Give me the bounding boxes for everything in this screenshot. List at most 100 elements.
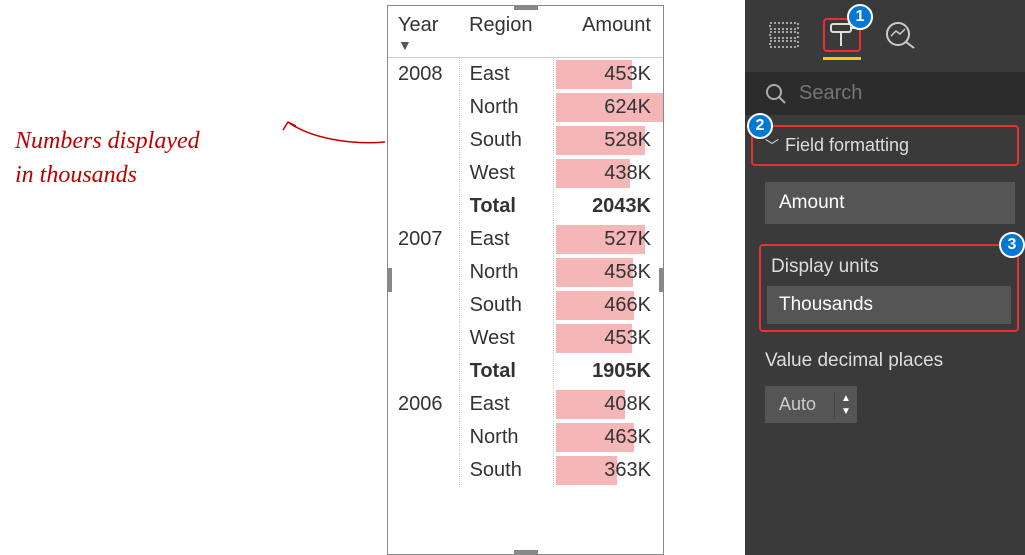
cell-region: North: [459, 421, 553, 454]
decimal-spinner[interactable]: Auto ▲ ▼: [765, 386, 857, 423]
chevron-down-icon: ﹀: [765, 136, 779, 156]
cell-region: East: [459, 223, 553, 256]
table-row: South 466K: [388, 289, 663, 322]
table-visual[interactable]: Year ▼ Region Amount 2008East453KNorth62…: [387, 5, 664, 555]
cell-region: South: [459, 289, 553, 322]
amount-text: 1905K: [592, 360, 651, 382]
annotation-line2: in thousands: [15, 162, 137, 188]
callout-2: 2: [747, 113, 773, 139]
cell-amount: 453K: [553, 58, 663, 92]
amount-text: 363K: [604, 459, 651, 481]
cell-region: South: [459, 454, 553, 487]
cell-amount: 527K: [553, 223, 663, 256]
cell-year: [388, 190, 459, 223]
table-header-row: Year ▼ Region Amount: [388, 6, 663, 58]
cell-amount: 466K: [553, 289, 663, 322]
table-row: 2006East408K: [388, 388, 663, 421]
decimal-places-label: Value decimal places: [765, 346, 1015, 380]
cell-year: [388, 289, 459, 322]
table-row: Total 1905K: [388, 355, 663, 388]
section-label: Field formatting: [785, 135, 909, 156]
header-region[interactable]: Region: [459, 6, 553, 58]
resize-handle-top[interactable]: [514, 5, 538, 10]
resize-handle-bottom[interactable]: [514, 550, 538, 555]
search-input[interactable]: [799, 82, 1005, 105]
display-units-group: 3 Display units Thousands: [759, 244, 1019, 332]
cell-amount: 1905K: [553, 355, 663, 388]
amount-text: 528K: [604, 129, 651, 151]
cell-amount: 438K: [553, 157, 663, 190]
table-row: North 624K: [388, 91, 663, 124]
amount-text: 463K: [604, 426, 651, 448]
cell-region: West: [459, 157, 553, 190]
header-amount[interactable]: Amount: [553, 6, 663, 58]
resize-handle-left[interactable]: [387, 268, 392, 292]
display-units-value[interactable]: Thousands: [767, 286, 1011, 324]
annotation-arrow: [280, 110, 390, 150]
cell-region: Total: [459, 355, 553, 388]
cell-region: Total: [459, 190, 553, 223]
spin-down-icon[interactable]: ▼: [835, 405, 857, 418]
table-row: 2007East 527K: [388, 223, 663, 256]
cell-amount: 363K: [553, 454, 663, 487]
table-row: Total 2043K: [388, 190, 663, 223]
cell-amount: 528K: [553, 124, 663, 157]
spin-up-icon[interactable]: ▲: [835, 392, 857, 405]
search-icon: [765, 83, 787, 105]
table-row: West 438K: [388, 157, 663, 190]
decimal-places-group: Value decimal places Auto ▲ ▼: [765, 346, 1015, 423]
annotation-text: Numbers displayed in thousands: [15, 125, 200, 192]
cell-amount: 463K: [553, 421, 663, 454]
table-row: South 363K: [388, 454, 663, 487]
table-row: North 463K: [388, 421, 663, 454]
amount-text: 408K: [604, 393, 651, 415]
amount-text: 2043K: [592, 195, 651, 217]
cell-year: [388, 91, 459, 124]
cell-amount: 458K: [553, 256, 663, 289]
fields-tab-icon[interactable]: [765, 18, 803, 52]
cell-year: [388, 421, 459, 454]
spinner-buttons: ▲ ▼: [834, 392, 857, 418]
cell-year: [388, 322, 459, 355]
decimal-value: Auto: [765, 386, 834, 423]
table-row: 2008East 453K: [388, 58, 663, 92]
amount-text: 453K: [604, 327, 651, 349]
format-tab-icon[interactable]: 1: [823, 18, 861, 52]
cell-year: 2007: [388, 223, 459, 256]
cell-region: North: [459, 256, 553, 289]
cell-region: East: [459, 58, 553, 92]
cell-year: [388, 454, 459, 487]
cell-amount: 2043K: [553, 190, 663, 223]
display-units-label: Display units: [767, 252, 1011, 286]
amount-text: 624K: [604, 96, 651, 118]
cell-year: 2008: [388, 58, 459, 92]
cell-amount: 408K: [553, 388, 663, 421]
analytics-tab-icon[interactable]: [881, 18, 919, 52]
panel-tabs: 1: [745, 0, 1025, 62]
amount-text: 466K: [604, 294, 651, 316]
cell-year: [388, 256, 459, 289]
table-row: North 458K: [388, 256, 663, 289]
amount-text: 458K: [604, 261, 651, 283]
cell-year: [388, 157, 459, 190]
amount-text: 527K: [604, 228, 651, 250]
cell-amount: 453K: [553, 322, 663, 355]
cell-year: [388, 124, 459, 157]
amount-text: 438K: [604, 162, 651, 184]
cell-amount: 624K: [553, 91, 663, 124]
cell-year: [388, 355, 459, 388]
field-selector[interactable]: Amount: [765, 182, 1015, 224]
format-panel: 1 2 ﹀ Field formatting Amount 3 Display …: [745, 0, 1025, 555]
cell-year: 2006: [388, 388, 459, 421]
header-year[interactable]: Year ▼: [388, 6, 459, 58]
cell-region: West: [459, 322, 553, 355]
cell-region: North: [459, 91, 553, 124]
sort-desc-icon: ▼: [398, 37, 449, 53]
search-bar[interactable]: [745, 72, 1025, 115]
amount-text: 453K: [604, 63, 651, 85]
annotation-line1: Numbers displayed: [15, 128, 200, 154]
callout-1: 1: [847, 4, 873, 30]
cell-region: South: [459, 124, 553, 157]
field-formatting-header[interactable]: 2 ﹀ Field formatting: [751, 125, 1019, 166]
table-row: South 528K: [388, 124, 663, 157]
